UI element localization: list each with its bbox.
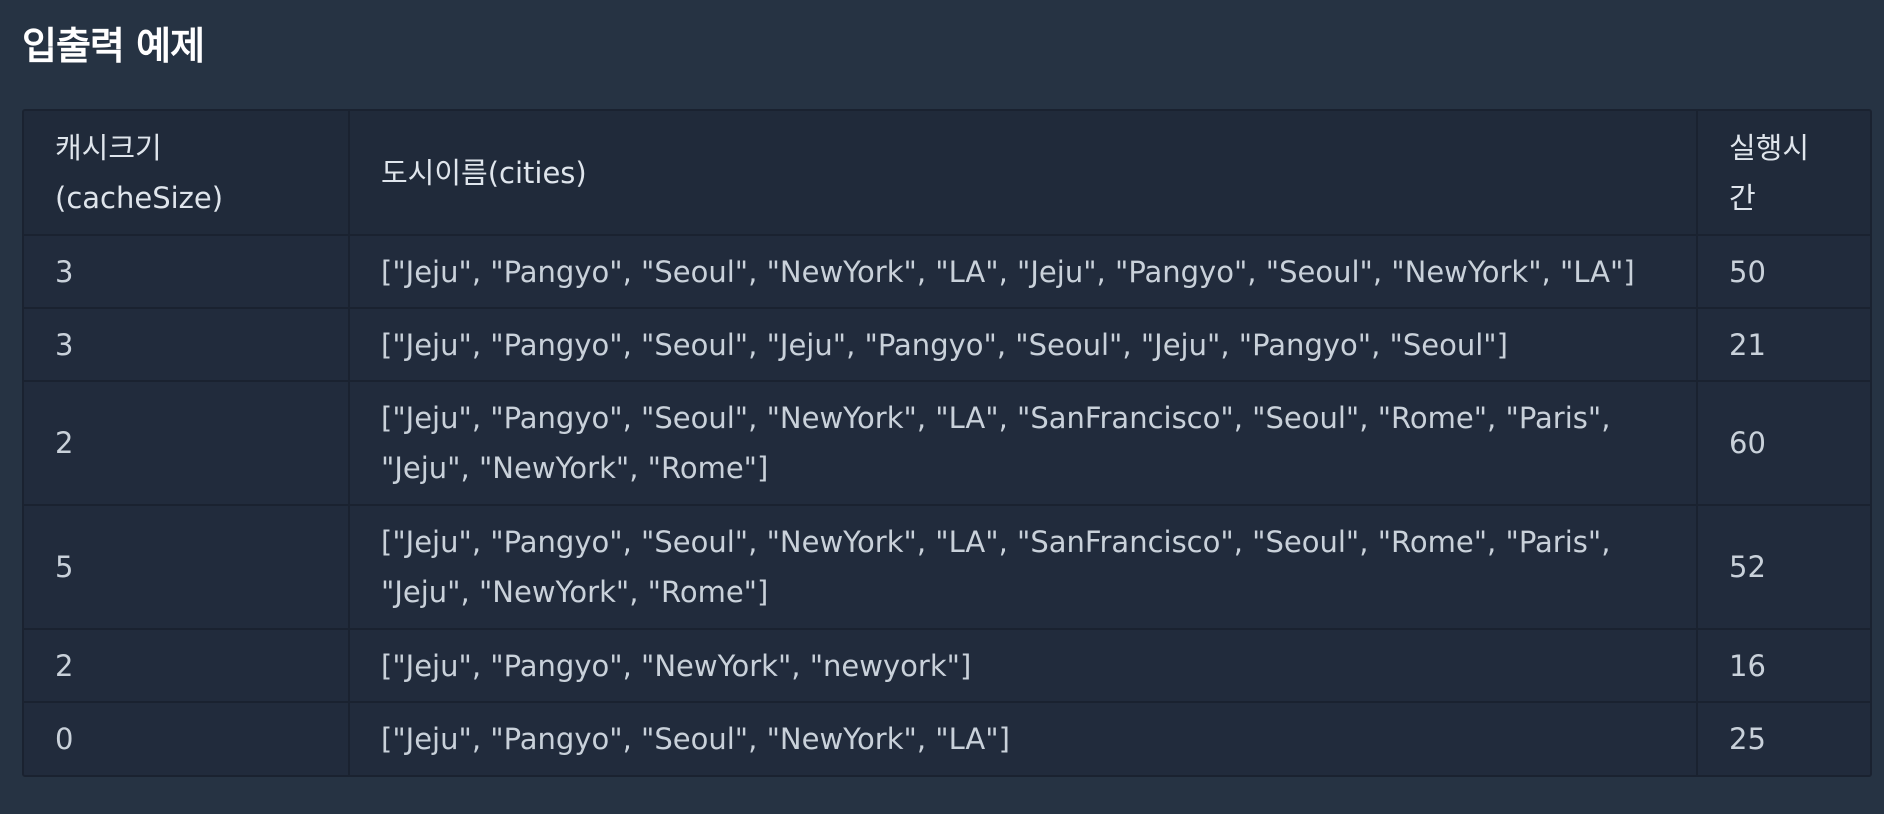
table-row: 3 ["Jeju", "Pangyo", "Seoul", "Jeju", "P… bbox=[24, 308, 1870, 382]
cell-cities: ["Jeju", "Pangyo", "Seoul", "NewYork", "… bbox=[349, 702, 1698, 775]
table-body: 3 ["Jeju", "Pangyo", "Seoul", "NewYork",… bbox=[24, 235, 1870, 775]
cities-line: "Jeju", "NewYork", "Rome"] bbox=[381, 451, 769, 485]
cities-line: ["Jeju", "Pangyo", "NewYork", "newyork"] bbox=[381, 648, 972, 683]
cell-runtime: 52 bbox=[1697, 505, 1870, 630]
header-runtime-line-1: 실행시 bbox=[1729, 130, 1810, 165]
cities-line: ["Jeju", "Pangyo", "Seoul", "NewYork", "… bbox=[381, 401, 1611, 435]
header-row: 캐시크기 (cacheSize) 도시이름(cities) 실행시 간 bbox=[24, 111, 1870, 236]
table-header: 캐시크기 (cacheSize) 도시이름(cities) 실행시 간 bbox=[24, 111, 1870, 236]
cities-line: ["Jeju", "Pangyo", "Seoul", "Jeju", "Pan… bbox=[381, 327, 1508, 362]
cities-line: "Jeju", "NewYork", "Rome"] bbox=[381, 575, 769, 609]
cell-cache-size: 5 bbox=[24, 505, 350, 630]
table-row: 0 ["Jeju", "Pangyo", "Seoul", "NewYork",… bbox=[24, 702, 1870, 775]
cell-runtime: 50 bbox=[1697, 235, 1870, 309]
cell-runtime: 25 bbox=[1729, 722, 1766, 756]
cell-cache-size: 2 bbox=[24, 629, 350, 703]
table-row: 2 ["Jeju", "Pangyo", "Seoul", "NewYork",… bbox=[24, 381, 1870, 506]
table-row: 3 ["Jeju", "Pangyo", "Seoul", "NewYork",… bbox=[24, 235, 1870, 309]
cell-cities: ["Jeju", "Pangyo", "Seoul", "NewYork", "… bbox=[349, 505, 1698, 630]
cities-line: ["Jeju", "Pangyo", "Seoul", "NewYork", "… bbox=[381, 722, 1010, 756]
section-title: 입출력 예제 bbox=[22, 24, 205, 68]
header-cities: 도시이름(cities) bbox=[349, 111, 1698, 236]
table-row: 5 ["Jeju", "Pangyo", "Seoul", "NewYork",… bbox=[24, 505, 1870, 630]
cities-line: ["Jeju", "Pangyo", "Seoul", "NewYork", "… bbox=[381, 525, 1611, 559]
cell-cities: ["Jeju", "Pangyo", "NewYork", "newyork"] bbox=[349, 629, 1698, 703]
cell-cache-size: 0 bbox=[24, 702, 350, 775]
cell-cache-size: 3 bbox=[24, 308, 350, 382]
header-runtime: 실행시 간 bbox=[1697, 111, 1870, 236]
header-cache-size: 캐시크기 (cacheSize) bbox=[24, 111, 350, 236]
io-example-table: 캐시크기 (cacheSize) 도시이름(cities) 실행시 간 3 ["… bbox=[24, 111, 1870, 775]
header-cities-line-1: 도시이름(cities) bbox=[381, 155, 587, 190]
header-cache-size-line-2: (cacheSize) bbox=[55, 180, 224, 215]
table-row: 2 ["Jeju", "Pangyo", "NewYork", "newyork… bbox=[24, 629, 1870, 703]
cell-cities: ["Jeju", "Pangyo", "Seoul", "Jeju", "Pan… bbox=[349, 308, 1698, 382]
cell-cities: ["Jeju", "Pangyo", "Seoul", "NewYork", "… bbox=[349, 381, 1698, 506]
header-cache-size-line-1: 캐시크기 bbox=[55, 130, 162, 165]
header-runtime-line-2: 간 bbox=[1729, 180, 1756, 215]
cell-cache-size: 3 bbox=[24, 235, 350, 309]
cell-runtime: 60 bbox=[1697, 381, 1870, 506]
cell-cities: ["Jeju", "Pangyo", "Seoul", "NewYork", "… bbox=[349, 235, 1698, 309]
cell-cache-size: 2 bbox=[24, 381, 350, 506]
cities-line: ["Jeju", "Pangyo", "Seoul", "NewYork", "… bbox=[381, 254, 1635, 289]
io-example-table-container: 캐시크기 (cacheSize) 도시이름(cities) 실행시 간 3 ["… bbox=[22, 109, 1872, 777]
cell-runtime: 21 bbox=[1697, 308, 1870, 382]
cell-runtime: 16 bbox=[1697, 629, 1870, 703]
